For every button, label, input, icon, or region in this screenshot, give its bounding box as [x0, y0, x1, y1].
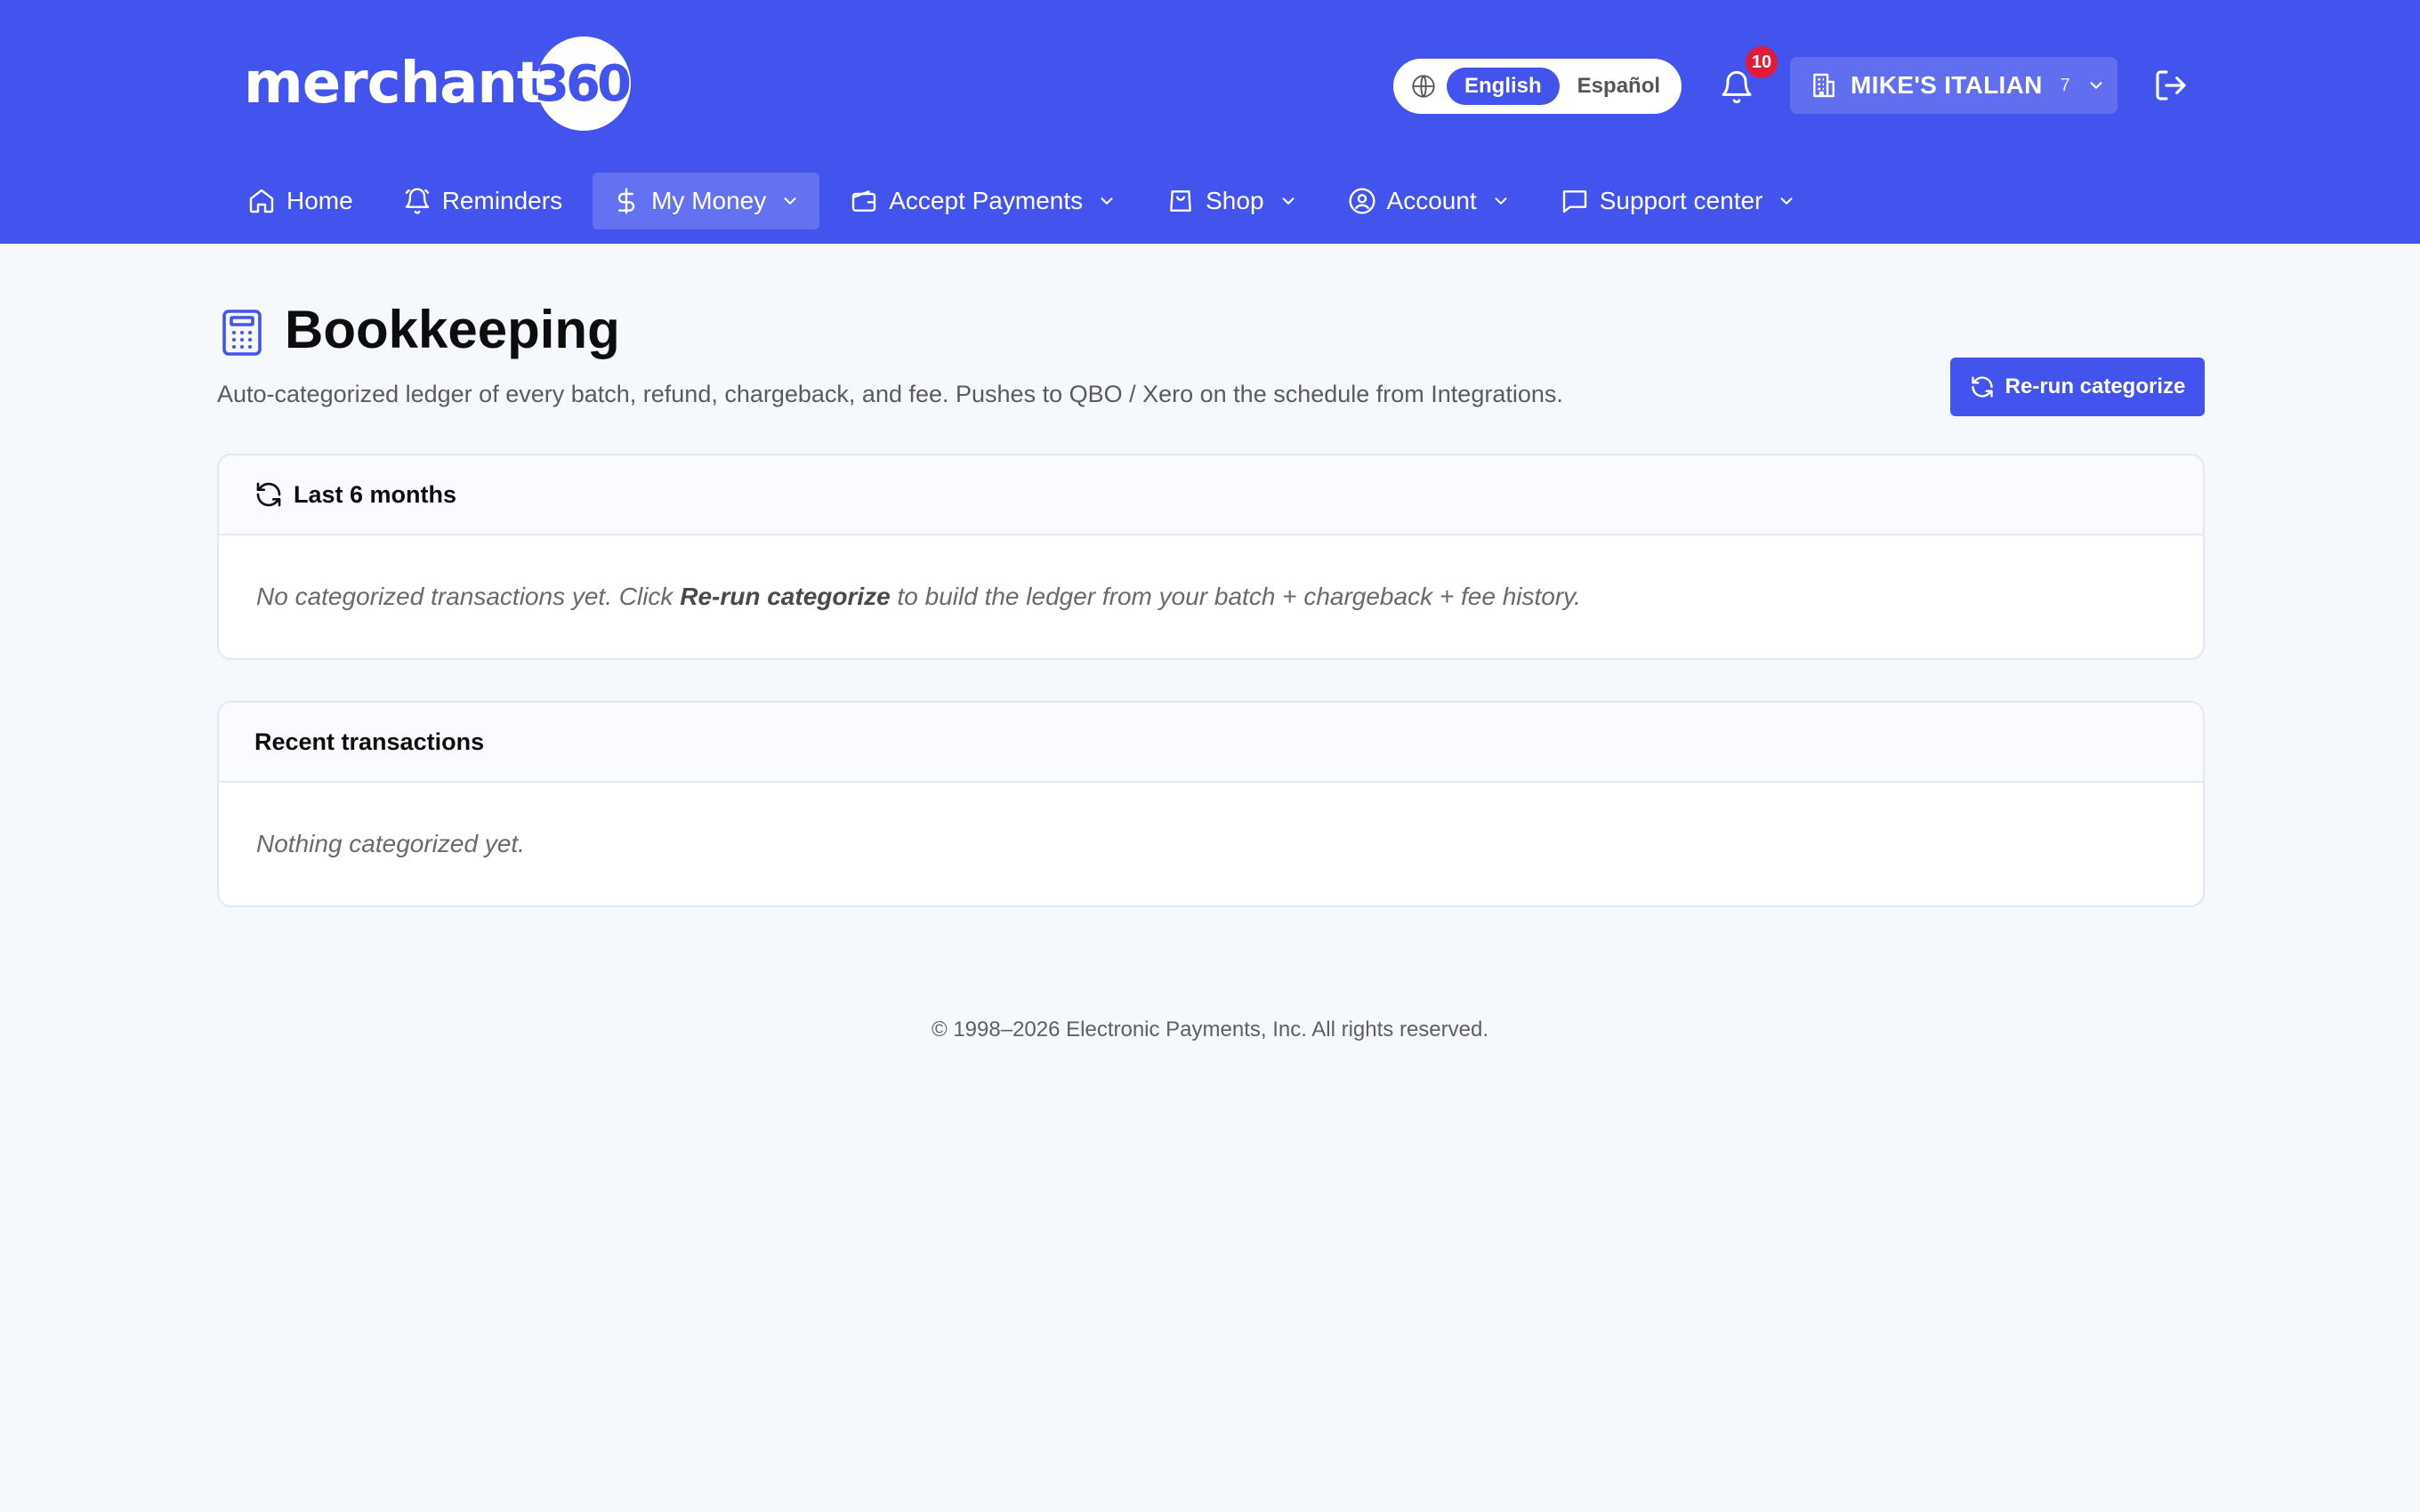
- shopping-bag-icon: [1170, 190, 1191, 212]
- rerun-categorize-label: Re-run categorize: [2005, 374, 2186, 398]
- summary-card: Last 6 months No categorized transaction…: [217, 454, 2205, 660]
- nav-my-money[interactable]: My Money: [593, 173, 820, 229]
- summary-card-title: Last 6 months: [294, 480, 457, 508]
- recent-empty-text: Nothing categorized yet.: [256, 830, 525, 857]
- summary-empty-link: Re-run categorize: [680, 583, 891, 610]
- logo-number: 360: [535, 54, 632, 113]
- refresh-icon: [256, 482, 281, 507]
- nav-accept-payments[interactable]: Accept Payments: [830, 173, 1136, 229]
- chevron-down-icon: [1101, 197, 1113, 205]
- calculator-icon: [222, 310, 262, 356]
- summary-empty-before: No categorized transactions yet. Click: [256, 583, 681, 610]
- nav-account[interactable]: Account: [1328, 173, 1530, 229]
- recent-transactions-card: Recent transactions Nothing categorized …: [217, 701, 2205, 907]
- notification-badge: 10: [1746, 46, 1778, 78]
- summary-empty-state: No categorized transactions yet. Click R…: [219, 535, 2203, 658]
- page-subtitle: Auto-categorized ledger of every batch, …: [217, 381, 1563, 407]
- chevron-down-icon: [784, 197, 796, 205]
- home-icon: [249, 189, 274, 213]
- chevron-down-icon: [1495, 197, 1507, 205]
- nav-shop-label: Shop: [1206, 187, 1264, 214]
- nav-my-money-label: My Money: [651, 187, 767, 214]
- nav-support-center-label: Support center: [1599, 187, 1763, 214]
- nav-support-center[interactable]: Support center: [1541, 173, 1817, 229]
- chevron-down-icon: [1780, 197, 1793, 205]
- bell-icon: [405, 188, 429, 214]
- rerun-categorize-button[interactable]: Re-run categorize: [1950, 358, 2205, 416]
- nav-home[interactable]: Home: [228, 173, 373, 229]
- language-espanol[interactable]: Español: [1560, 68, 1678, 105]
- language-toggle: English Español: [1393, 59, 1682, 114]
- chevron-down-icon: [1282, 197, 1295, 205]
- dollar-icon: [617, 188, 635, 214]
- nav-home-label: Home: [286, 187, 353, 214]
- logo-circle: 360: [535, 36, 632, 131]
- logo-word: merchant: [244, 51, 544, 117]
- globe-icon: [1412, 75, 1435, 98]
- language-english[interactable]: English: [1447, 68, 1560, 105]
- recent-card-header: Recent transactions: [219, 703, 2203, 783]
- nav-reminders[interactable]: Reminders: [383, 173, 582, 229]
- nav-account-label: Account: [1386, 187, 1477, 214]
- chevron-down-icon: [2090, 82, 2102, 89]
- building-icon: [1813, 73, 1835, 98]
- wallet-icon: [852, 190, 876, 212]
- merchant-count: 7: [2060, 75, 2070, 95]
- refresh-icon: [1971, 376, 1993, 398]
- top-header: merchant 360 English Español 10 MIKE'S I…: [0, 0, 2420, 244]
- user-circle-icon: [1348, 188, 1375, 214]
- nav-shop[interactable]: Shop: [1147, 173, 1317, 229]
- merchant-selector[interactable]: MIKE'S ITALIAN 7: [1790, 57, 2118, 114]
- nav-reminders-label: Reminders: [441, 187, 563, 214]
- logout-icon[interactable]: [2153, 68, 2189, 103]
- page-title: Bookkeeping: [285, 300, 620, 359]
- summary-card-header: Last 6 months: [219, 455, 2203, 535]
- nav-accept-payments-label: Accept Payments: [889, 187, 1084, 214]
- merchant-name: MIKE'S ITALIAN: [1851, 71, 2043, 99]
- recent-card-title: Recent transactions: [254, 728, 485, 755]
- footer-copyright: © 1998–2026 Electronic Payments, Inc. Al…: [931, 1017, 1488, 1042]
- main-nav: Home Reminders My Money Accept Payments …: [228, 173, 1827, 229]
- chat-icon: [1562, 190, 1586, 213]
- summary-empty-after: to build the ledger from your batch + ch…: [890, 583, 1581, 610]
- notifications-bell-icon[interactable]: [1719, 69, 1754, 105]
- merchant360-logo[interactable]: merchant 360: [244, 34, 632, 133]
- recent-empty-state: Nothing categorized yet.: [219, 783, 2203, 905]
